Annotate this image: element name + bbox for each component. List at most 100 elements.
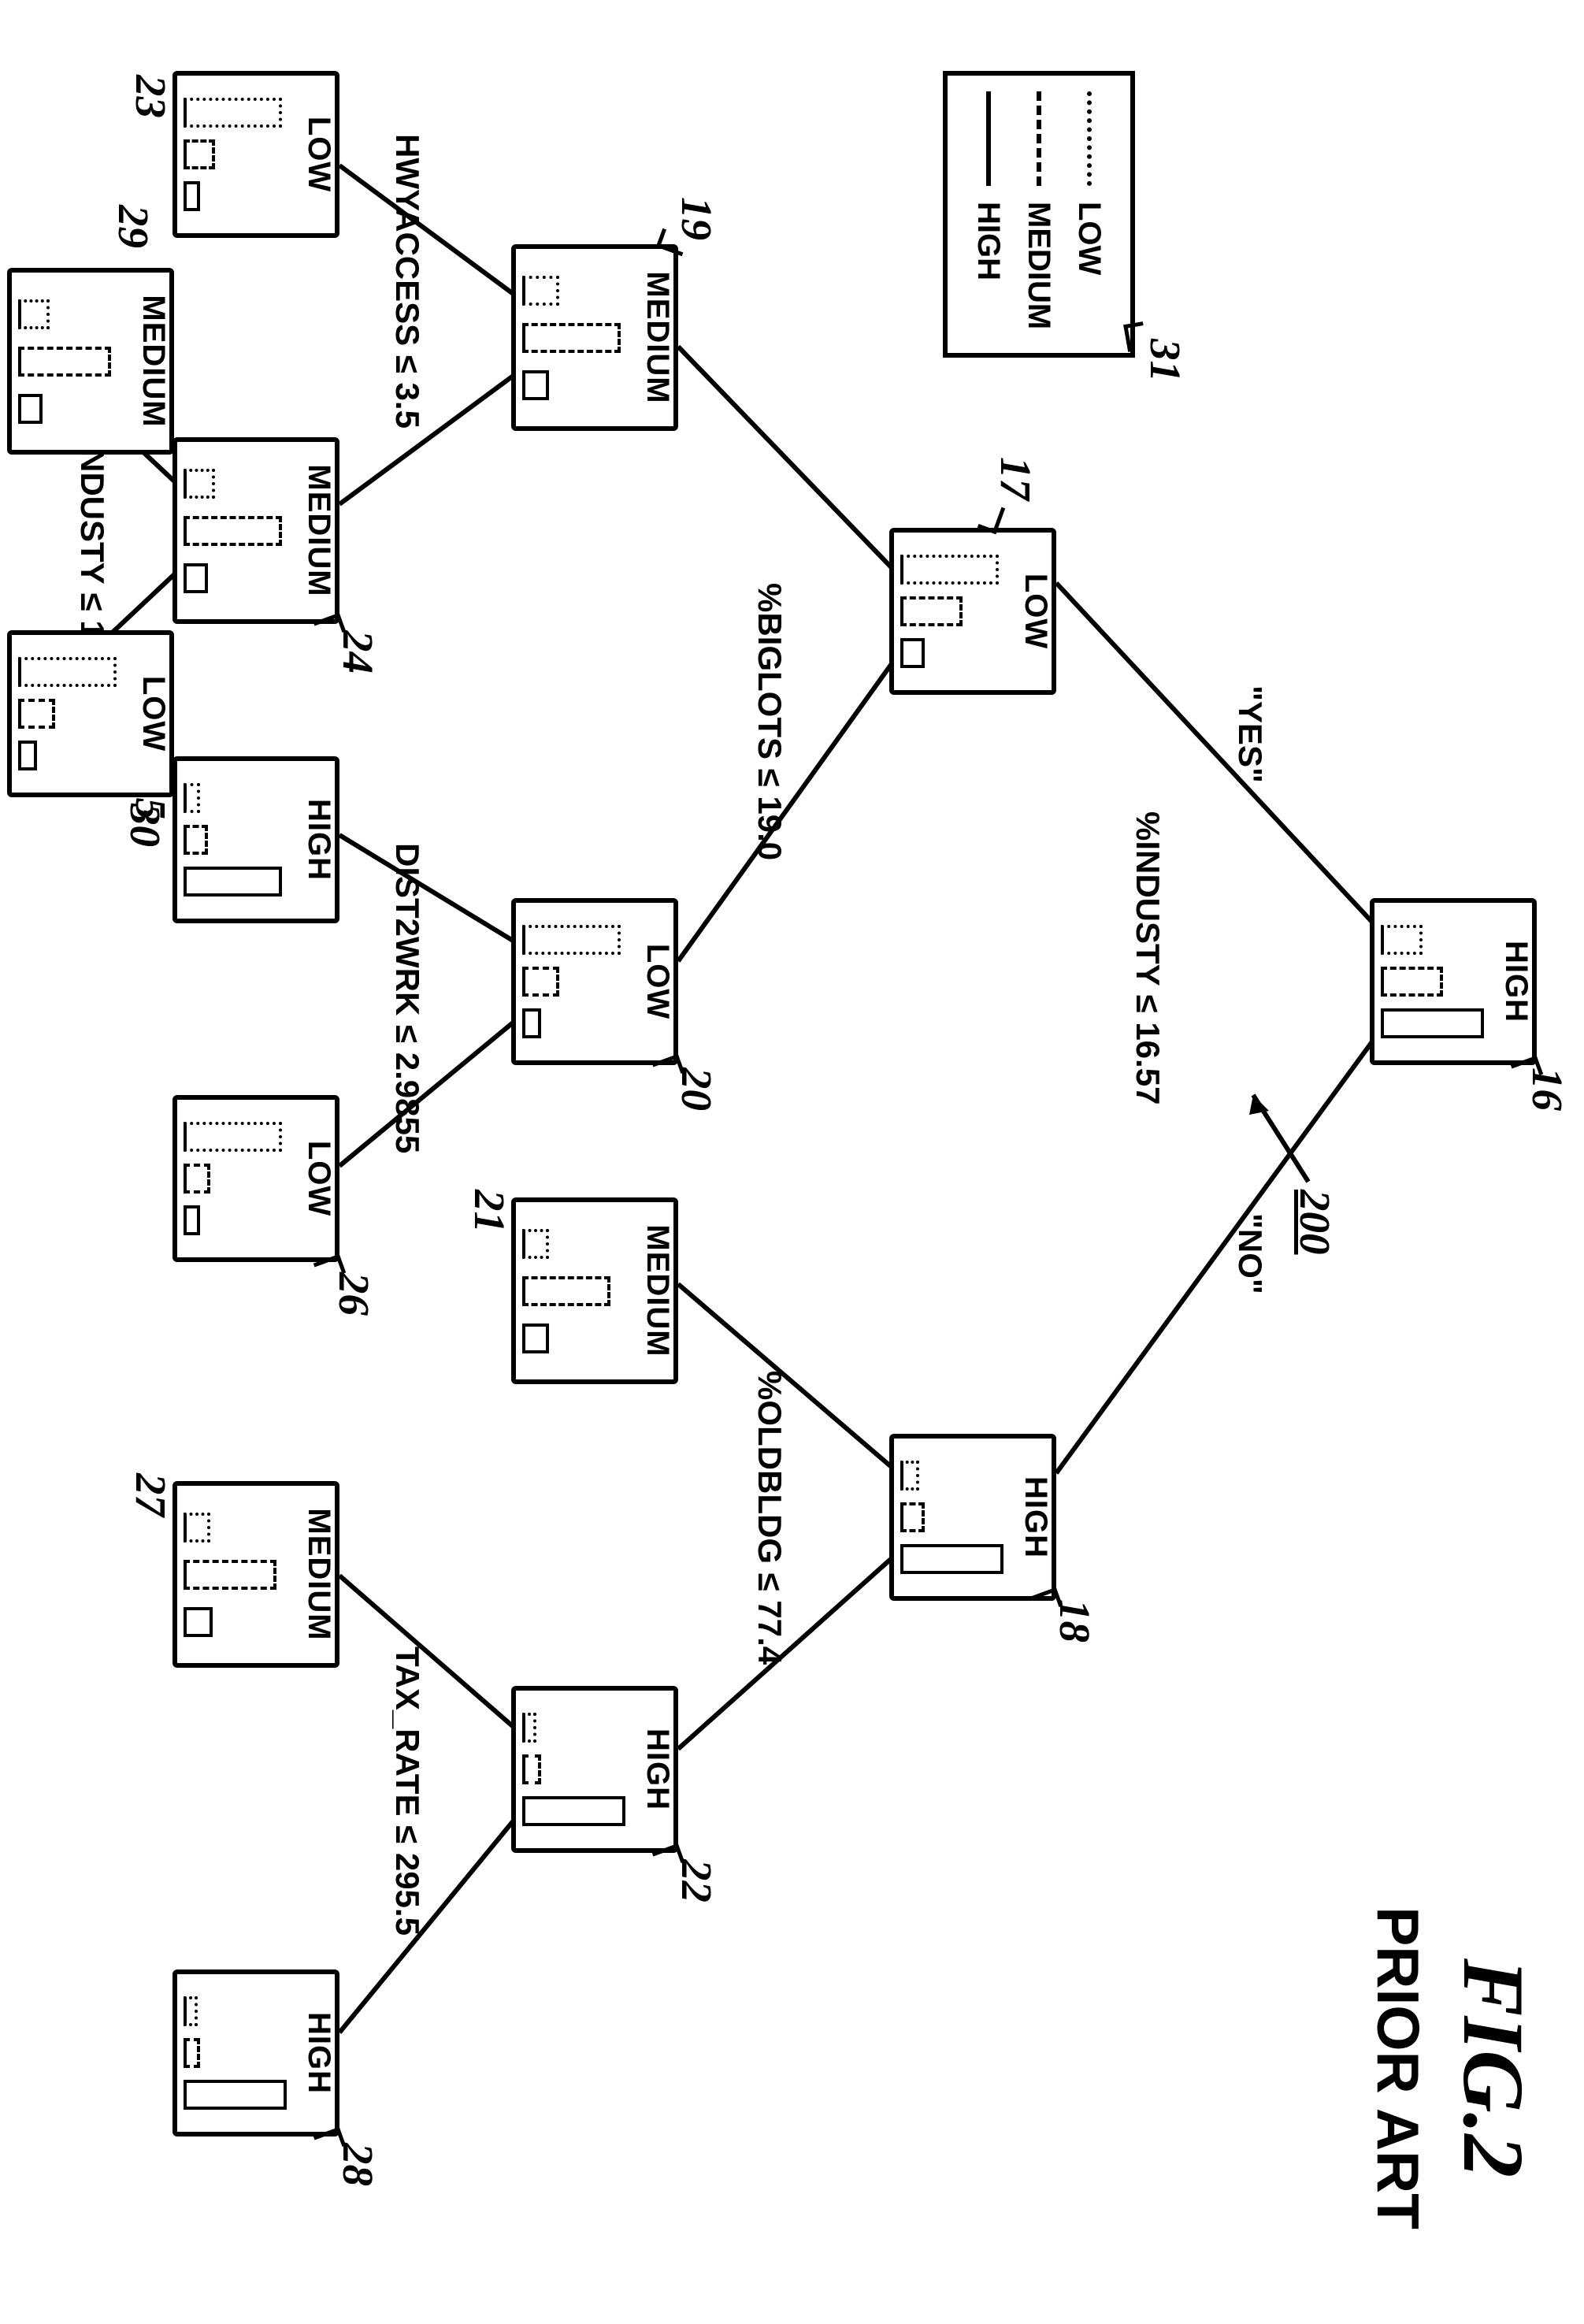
bar-med-icon (184, 2038, 200, 2068)
node-22: HIGH (511, 1686, 678, 1853)
node-21-label: MEDIUM (640, 1202, 675, 1379)
bar-med-icon (1381, 967, 1444, 997)
bar-low-icon (184, 469, 216, 499)
legend-swatch-high (986, 91, 991, 186)
node-26-ref: 26 (329, 1272, 379, 1316)
bar-low-icon (184, 783, 200, 813)
bar-high-icon (184, 1205, 200, 1235)
node-17-label: LOW (1018, 533, 1053, 690)
node-21: MEDIUM (511, 1197, 678, 1384)
node-16: HIGH (1370, 898, 1537, 1065)
node-21-bars (522, 1220, 625, 1362)
edge-n22-cond: TAX_RATE ≤ 295.5 (388, 1646, 426, 1936)
bar-med-icon (900, 596, 963, 626)
node-27-label: MEDIUM (301, 1486, 336, 1663)
node-25-bars (184, 777, 286, 903)
node-25: HIGH (172, 756, 339, 923)
node-25-label: HIGH (301, 761, 336, 919)
node-29-bars (18, 291, 121, 433)
node-27-bars (184, 1504, 286, 1646)
bar-low-icon (18, 299, 50, 329)
legend-label-high: HIGH (963, 202, 1014, 280)
bar-high-icon (184, 181, 200, 211)
bar-high-icon (900, 638, 925, 668)
bar-high-icon (184, 2080, 287, 2110)
legend-ref-tick (1123, 321, 1148, 352)
node-28-ref: 28 (333, 2143, 383, 2186)
bar-high-icon (18, 741, 37, 770)
edge-no: "NO" (1231, 1213, 1269, 1294)
edge-n19-cond: HWYACCESS ≤ 3.5 (388, 134, 426, 429)
bar-low-icon (522, 925, 621, 955)
legend-label-medium: MEDIUM (1014, 202, 1064, 329)
legend-row-low: LOW (1064, 91, 1115, 329)
bar-low-icon (184, 1513, 210, 1543)
legend-swatch-low (1087, 91, 1092, 186)
bar-med-icon (184, 1164, 210, 1194)
node-30-bars (18, 651, 121, 777)
bar-high-icon (184, 563, 208, 593)
edge-n17-cond: %BIGLOTS ≤ 19.0 (751, 583, 788, 860)
bar-high-icon (18, 394, 43, 424)
legend-ref: 31 (1141, 339, 1190, 382)
bar-med-icon (184, 139, 216, 169)
node-26-label: LOW (301, 1100, 336, 1257)
node-24-ref: 24 (333, 630, 383, 674)
node-23-label: LOW (301, 76, 336, 233)
node-29-label: MEDIUM (135, 273, 171, 450)
legend-row-high: HIGH (963, 91, 1014, 329)
bar-med-icon (522, 1754, 541, 1784)
bar-low-icon (184, 1996, 198, 2026)
bar-low-icon (522, 276, 559, 306)
bar-low-icon (184, 98, 282, 128)
node-29: MEDIUM (7, 268, 174, 455)
node-24: MEDIUM (172, 437, 339, 624)
legend-swatch-medium (1037, 91, 1041, 186)
bar-low-icon (18, 657, 117, 687)
node-19-bars (522, 267, 625, 409)
bar-med-icon (522, 967, 559, 997)
node-30: LOW (7, 630, 174, 797)
edge-root-cond: %INDUSTY ≤ 16.57 (1129, 811, 1167, 1104)
node-22-bars (522, 1706, 625, 1832)
node-19-label: MEDIUM (640, 249, 675, 426)
node-17-ref: 17 (991, 457, 1041, 500)
bar-med-icon (18, 699, 55, 729)
edge-yes: "YES" (1231, 685, 1269, 783)
bar-low-icon (900, 555, 999, 585)
node-19: MEDIUM (511, 244, 678, 431)
node-29-ref: 29 (109, 205, 158, 248)
bar-med-icon (184, 825, 208, 855)
node-26: LOW (172, 1095, 339, 1262)
node-22-label: HIGH (640, 1691, 675, 1848)
node-22-ref: 22 (672, 1859, 722, 1903)
edge-n20-cond: DIST2WRK ≤ 2.9855 (388, 843, 426, 1153)
node-23-bars (184, 91, 286, 217)
legend-box: LOW MEDIUM HIGH (943, 71, 1135, 358)
node-26-bars (184, 1116, 286, 1242)
bar-high-icon (522, 1323, 549, 1353)
node-20-label: LOW (640, 903, 675, 1060)
bar-high-icon (184, 1607, 213, 1637)
bar-high-icon (1381, 1008, 1485, 1038)
figure-ref: 200 (1290, 1190, 1340, 1255)
node-28: HIGH (172, 1969, 339, 2137)
node-27-ref: 27 (126, 1473, 176, 1517)
node-23: LOW (172, 71, 339, 238)
node-20-bars (522, 919, 625, 1045)
node-28-bars (184, 1990, 286, 2116)
node-16-label: HIGH (1498, 903, 1534, 1060)
node-30-label: LOW (135, 635, 171, 793)
node-27: MEDIUM (172, 1481, 339, 1668)
bar-low-icon (522, 1713, 536, 1743)
bar-low-icon (900, 1461, 919, 1491)
node-18: HIGH (889, 1434, 1056, 1601)
node-20: LOW (511, 898, 678, 1065)
figure-title: FIG.2 (1445, 1958, 1541, 2177)
bar-med-icon (522, 323, 621, 353)
node-23-ref: 23 (126, 75, 176, 118)
node-24-bars (184, 460, 286, 602)
node-16-bars (1381, 919, 1483, 1045)
bar-high-icon (184, 867, 282, 897)
bar-med-icon (184, 1560, 277, 1590)
